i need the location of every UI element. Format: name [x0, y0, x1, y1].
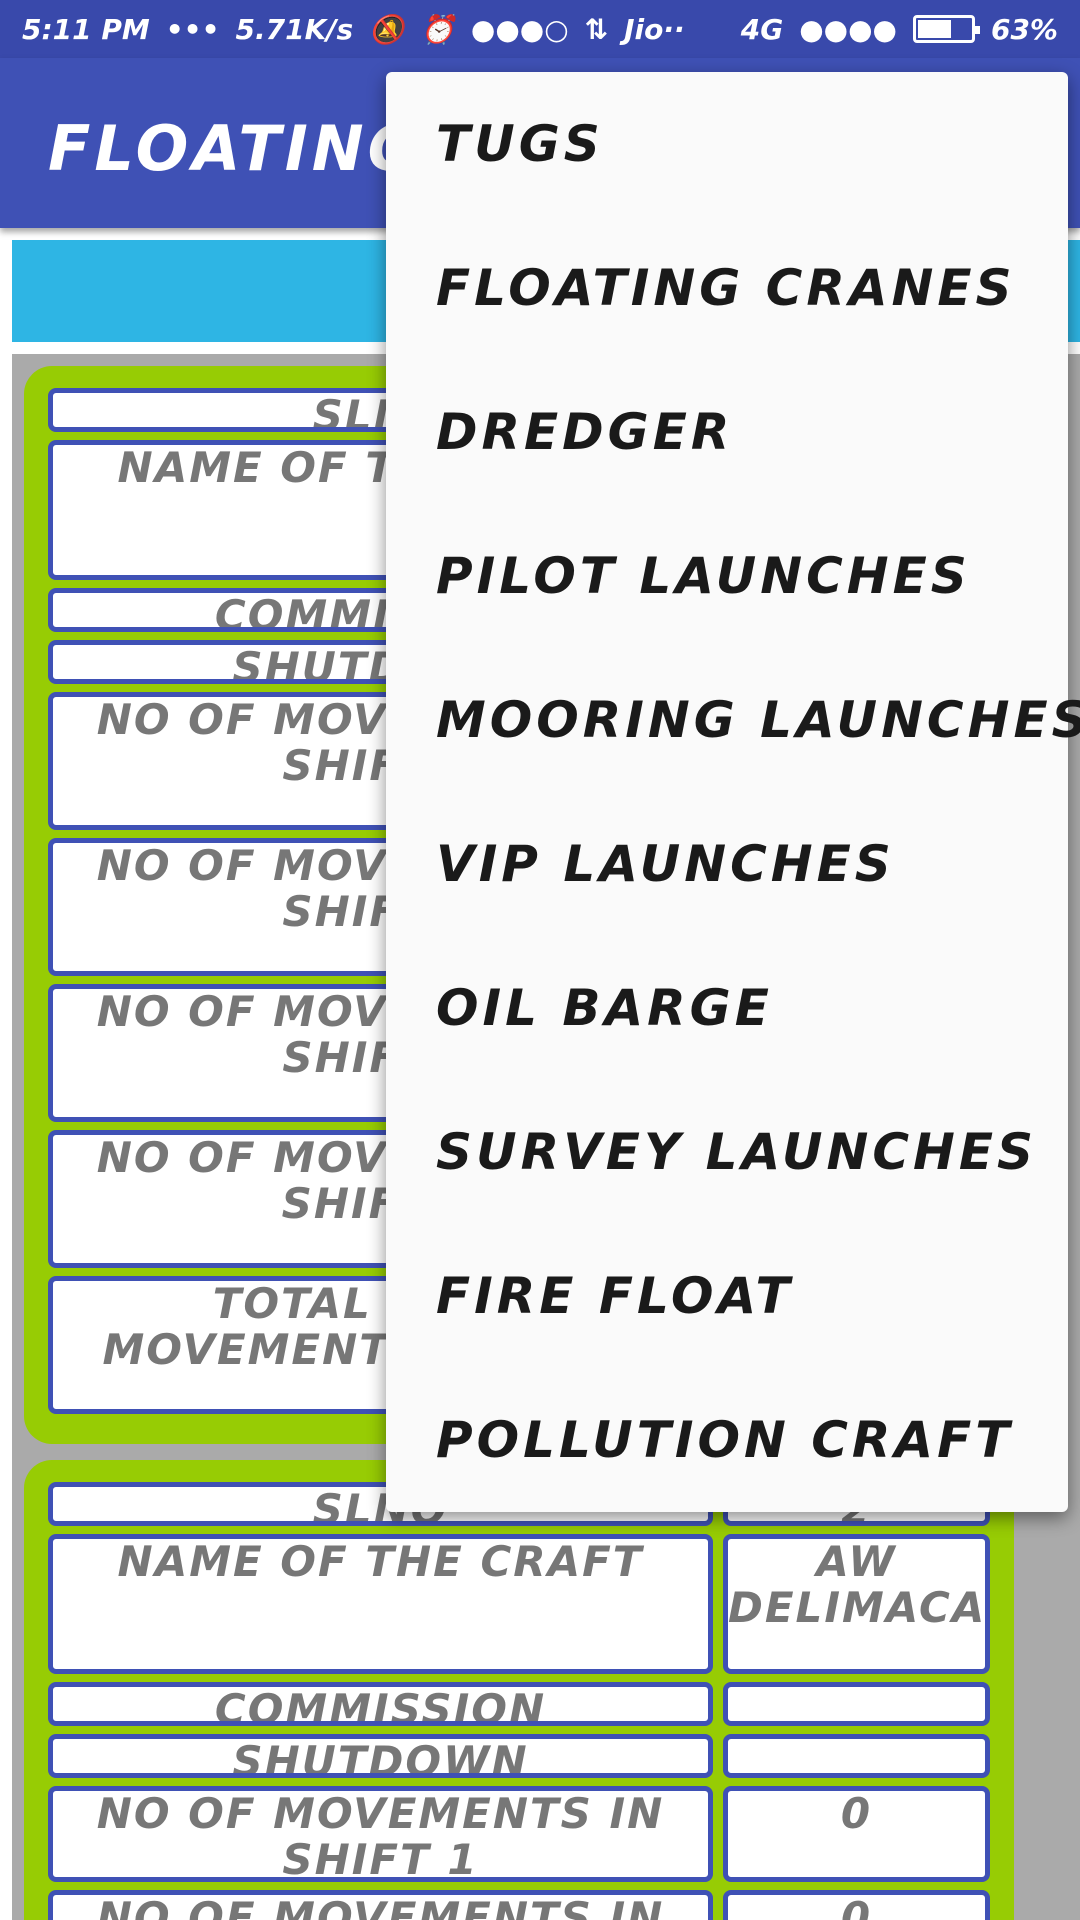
- status-time: 5:11 PM: [22, 12, 150, 46]
- row-label: NO OF MOVEMENTS IN SHIFT 1: [48, 1786, 713, 1882]
- menu-item-pilot-launches[interactable]: PILOT LAUNCHES: [386, 504, 1068, 648]
- row-label: SHUTDOWN: [48, 1734, 713, 1778]
- signal-strength-icon-2: ●●●●: [799, 12, 897, 46]
- table-row: SHUTDOWN: [48, 1734, 990, 1778]
- table-row: COMMISSION: [48, 1682, 990, 1726]
- row-value: 0: [723, 1786, 990, 1882]
- row-value: [723, 1734, 990, 1778]
- signal-strength-icon: ●●●○: [470, 12, 569, 46]
- table-row: NAME OF THE CRAFT AW DELIMACAP(50T): [48, 1534, 990, 1674]
- battery-percent: 63%: [990, 12, 1058, 46]
- menu-item-vip-launches[interactable]: VIP LAUNCHES: [386, 792, 1068, 936]
- data-transfer-icon: ⇅: [584, 12, 609, 46]
- battery-icon: [912, 15, 980, 43]
- row-label: COMMISSION: [48, 1682, 713, 1726]
- table-row: NO OF MOVEMENTS IN SHIFT 1 0: [48, 1786, 990, 1882]
- status-bar: 5:11 PM ••• 5.71K/s 🔕 ⏰ ●●●○ ⇅ Jio·· 4G …: [0, 0, 1080, 58]
- row-value: 0: [723, 1890, 990, 1920]
- network-speed: 5.71K/s: [235, 12, 354, 46]
- status-left: 5:11 PM ••• 5.71K/s 🔕 ⏰ ●●●○ ⇅ Jio··: [22, 13, 685, 46]
- row-value: [723, 1682, 990, 1726]
- more-dots-icon: •••: [165, 12, 220, 46]
- menu-item-pollution-craft[interactable]: POLLUTION CRAFT: [386, 1368, 1068, 1512]
- battery-fill: [917, 20, 951, 38]
- row-label: NO OF MOVEMENTS IN: [48, 1890, 713, 1920]
- overflow-menu: TUGS FLOATING CRANES DREDGER PILOT LAUNC…: [386, 72, 1080, 1512]
- row-label: NAME OF THE CRAFT: [48, 1534, 713, 1674]
- table-row: NO OF MOVEMENTS IN 0: [48, 1890, 990, 1920]
- row-value: AW DELIMACAP(50T): [723, 1534, 990, 1674]
- craft-card-2: SLNO 2 NAME OF THE CRAFT AW DELIMACAP(50…: [24, 1460, 1014, 1920]
- mute-icon: 🔕: [369, 12, 405, 46]
- carrier-name: Jio··: [624, 12, 685, 46]
- menu-item-floating-cranes[interactable]: FLOATING CRANES: [386, 216, 1068, 360]
- status-right: 4G ●●●● 63%: [741, 13, 1058, 46]
- menu-item-fire-float[interactable]: FIRE FLOAT: [386, 1224, 1068, 1368]
- alarm-icon: ⏰: [420, 12, 455, 46]
- menu-item-survey-launches[interactable]: SURVEY LAUNCHES: [386, 1080, 1068, 1224]
- network-type: 4G: [740, 12, 784, 46]
- menu-item-dredger[interactable]: DREDGER: [386, 360, 1068, 504]
- menu-item-oil-barge[interactable]: OIL BARGE: [386, 936, 1068, 1080]
- menu-item-tugs[interactable]: TUGS: [386, 72, 1068, 216]
- menu-item-mooring-launches[interactable]: MOORING LAUNCHES: [386, 648, 1080, 792]
